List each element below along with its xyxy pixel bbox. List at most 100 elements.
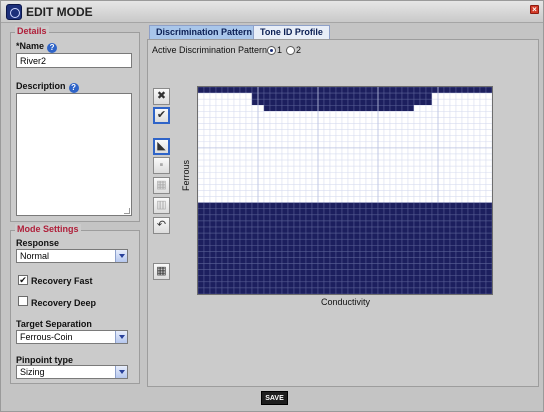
grid-cell-rejected[interactable] [227, 269, 235, 276]
grid-cell-rejected[interactable] [293, 257, 301, 264]
grid-cell-rejected[interactable] [389, 202, 397, 210]
grid-cell-accepted[interactable] [359, 129, 367, 136]
grid-cell-accepted[interactable] [263, 153, 271, 161]
grid-cell-accepted[interactable] [341, 178, 349, 185]
grid-cell-rejected[interactable] [221, 238, 229, 246]
grid-cell-accepted[interactable] [461, 129, 469, 136]
grid-cell-accepted[interactable] [467, 171, 475, 179]
grid-cell-rejected[interactable] [287, 105, 295, 112]
grid-cell-accepted[interactable] [269, 178, 277, 185]
grid-cell-rejected[interactable] [449, 238, 457, 246]
grid-cell-rejected[interactable] [257, 238, 265, 246]
grid-cell-accepted[interactable] [353, 159, 361, 167]
grid-cell-rejected[interactable] [347, 245, 355, 252]
grid-cell-rejected[interactable] [269, 214, 277, 222]
grid-cell-accepted[interactable] [323, 135, 331, 143]
grid-cell-accepted[interactable] [449, 190, 457, 197]
grid-cell-accepted[interactable] [401, 111, 409, 118]
grid-cell-rejected[interactable] [305, 98, 313, 106]
grid-cell-rejected[interactable] [371, 105, 379, 112]
grid-cell-rejected[interactable] [203, 214, 211, 222]
grid-cell-accepted[interactable] [371, 184, 379, 191]
grid-cell-accepted[interactable] [239, 123, 247, 130]
grid-cell-rejected[interactable] [467, 214, 475, 222]
grid-cell-accepted[interactable] [197, 159, 205, 167]
grid-cell-accepted[interactable] [437, 117, 445, 124]
grid-cell-rejected[interactable] [305, 86, 313, 94]
grid-cell-accepted[interactable] [383, 141, 391, 149]
grid-cell-rejected[interactable] [227, 214, 235, 222]
grid-cell-rejected[interactable] [305, 220, 313, 228]
grid-cell-rejected[interactable] [461, 86, 469, 94]
grid-cell-accepted[interactable] [377, 190, 385, 197]
grid-cell-accepted[interactable] [359, 171, 367, 179]
grid-cell-accepted[interactable] [461, 117, 469, 124]
grid-cell-rejected[interactable] [485, 226, 493, 234]
grid-cell-accepted[interactable] [227, 147, 235, 155]
grid-cell-accepted[interactable] [437, 147, 445, 155]
grid-cell-rejected[interactable] [263, 275, 271, 283]
grid-cell-rejected[interactable] [437, 287, 445, 295]
grid-cell-rejected[interactable] [443, 257, 451, 264]
grid-cell-rejected[interactable] [413, 202, 421, 210]
grid-cell-accepted[interactable] [197, 111, 205, 118]
grid-cell-accepted[interactable] [401, 123, 409, 130]
grid-cell-rejected[interactable] [329, 98, 337, 106]
grid-cell-accepted[interactable] [215, 171, 223, 179]
grid-cell-rejected[interactable] [239, 281, 247, 289]
grid-cell-rejected[interactable] [305, 269, 313, 276]
grid-cell-accepted[interactable] [437, 184, 445, 191]
grid-cell-rejected[interactable] [209, 232, 217, 240]
grid-cell-accepted[interactable] [329, 178, 337, 185]
tab-discrimination-pattern[interactable]: Discrimination Pattern [149, 25, 260, 39]
grid-cell-accepted[interactable] [221, 190, 229, 197]
grid-cell-rejected[interactable] [245, 226, 253, 234]
grid-cell-rejected[interactable] [311, 281, 319, 289]
grid-cell-rejected[interactable] [263, 202, 271, 210]
grid-cell-rejected[interactable] [311, 232, 319, 240]
grid-cell-rejected[interactable] [281, 257, 289, 264]
grid-cell-rejected[interactable] [317, 202, 325, 210]
pointer-tool-button[interactable]: ◣ [153, 138, 170, 155]
grid-cell-accepted[interactable] [269, 190, 277, 197]
grid-cell-rejected[interactable] [431, 287, 439, 295]
grid-cell-rejected[interactable] [311, 287, 319, 295]
grid-cell-rejected[interactable] [317, 92, 325, 100]
grid-cell-rejected[interactable] [365, 232, 373, 240]
grid-cell-rejected[interactable] [455, 86, 463, 94]
grid-cell-rejected[interactable] [401, 263, 409, 270]
grid-cell-accepted[interactable] [293, 184, 301, 191]
grid-cell-rejected[interactable] [263, 251, 271, 258]
grid-cell-accepted[interactable] [197, 196, 205, 203]
grid-cell-accepted[interactable] [449, 129, 457, 136]
grid-cell-rejected[interactable] [317, 281, 325, 289]
grid-cell-accepted[interactable] [257, 171, 265, 179]
grid-cell-accepted[interactable] [245, 98, 253, 106]
grid-cell-rejected[interactable] [383, 208, 391, 216]
grid-cell-rejected[interactable] [359, 281, 367, 289]
grid-cell-accepted[interactable] [395, 147, 403, 155]
grid-cell-accepted[interactable] [287, 190, 295, 197]
grid-cell-accepted[interactable] [365, 123, 373, 130]
grid-cell-rejected[interactable] [317, 275, 325, 283]
grid-cell-rejected[interactable] [329, 251, 337, 258]
grid-cell-accepted[interactable] [443, 141, 451, 149]
grid-cell-rejected[interactable] [431, 275, 439, 283]
grid-cell-rejected[interactable] [209, 275, 217, 283]
grid-cell-accepted[interactable] [425, 190, 433, 197]
grid-cell-accepted[interactable] [431, 105, 439, 112]
grid-cell-rejected[interactable] [449, 220, 457, 228]
grid-cell-accepted[interactable] [317, 147, 325, 155]
grid-cell-accepted[interactable] [377, 171, 385, 179]
grid-cell-rejected[interactable] [197, 86, 205, 94]
grid-cell-rejected[interactable] [485, 220, 493, 228]
grid-cell-rejected[interactable] [209, 263, 217, 270]
grid-cell-rejected[interactable] [437, 86, 445, 94]
grid-cell-accepted[interactable] [449, 196, 457, 203]
grid-cell-accepted[interactable] [197, 92, 205, 100]
grid-cell-accepted[interactable] [419, 135, 427, 143]
grid-cell-accepted[interactable] [383, 129, 391, 136]
grid-cell-rejected[interactable] [377, 232, 385, 240]
grid-cell-rejected[interactable] [383, 251, 391, 258]
grid-cell-accepted[interactable] [317, 190, 325, 197]
